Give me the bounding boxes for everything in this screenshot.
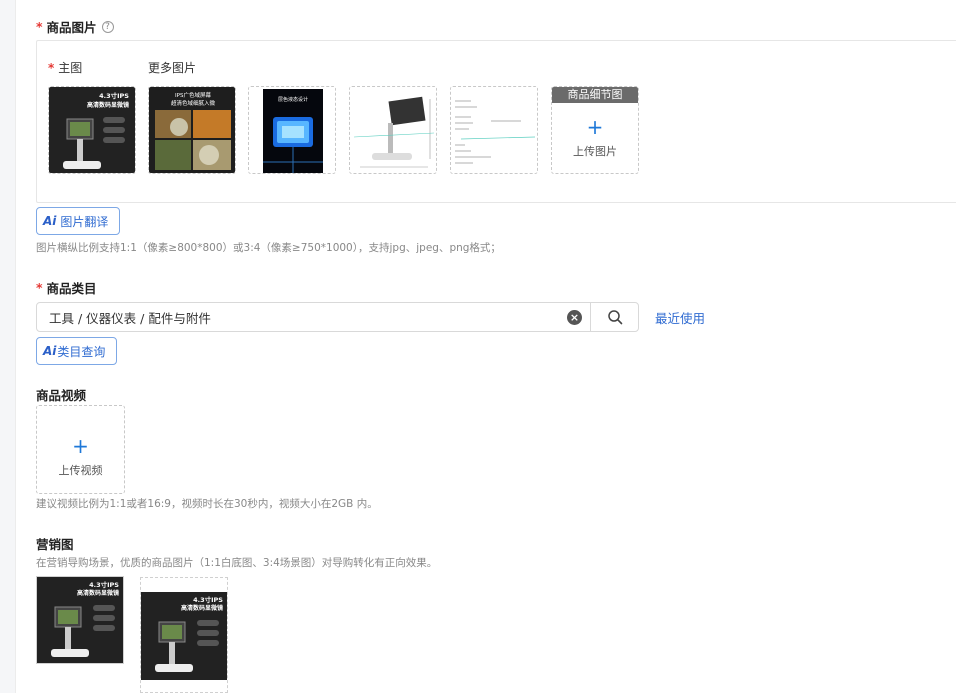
svg-text:IPS广色域屏幕: IPS广色域屏幕 (175, 91, 211, 99)
main-image-label: * 主图 (48, 61, 83, 75)
category-title: * 商品类目 (36, 280, 97, 296)
cooling-design-photo: 层色液态设计 (249, 87, 335, 173)
search-icon (607, 310, 622, 325)
left-sidebar-edge (0, 0, 16, 693)
video-title: 商品视频 (36, 388, 87, 403)
svg-text:层色液态设计: 层色液态设计 (278, 96, 308, 103)
upload-video-label: 上传视频 (58, 464, 103, 477)
more-images-label: 更多图片 (148, 61, 197, 75)
ai-category-query-button[interactable]: Ai 类目查询 (36, 337, 117, 365)
product-image-thumb[interactable]: IPS广色域屏幕 超清色域细腻入微 (148, 86, 236, 174)
marketing-image-portrait[interactable]: 4.3寸IPS 高清数码显微镜 (140, 577, 228, 693)
product-image-thumb[interactable] (450, 86, 538, 174)
category-search-button[interactable] (590, 302, 639, 332)
marketing-image-square[interactable]: 4.3寸IPS 高清数码显微镜 (36, 576, 124, 664)
plus-icon: + (72, 434, 89, 458)
upload-video-tile[interactable]: + 上传视频 (36, 405, 125, 494)
svg-text:4.3寸IPS: 4.3寸IPS (99, 91, 129, 100)
category-input[interactable]: 工具 / 仪器仪表 / 配件与附件 × (36, 302, 591, 332)
clear-icon[interactable]: × (567, 310, 582, 325)
ips-screen-photo: IPS广色域屏幕 超清色域细腻入微 (149, 87, 235, 173)
svg-text:高清数码显微镜: 高清数码显微镜 (77, 589, 119, 597)
product-image-thumb[interactable] (349, 86, 437, 174)
upload-image-label: 上传图片 (573, 145, 617, 158)
detail-image-header: 商品细节图 (552, 87, 638, 103)
product-image-thumb[interactable]: 层色液态设计 (248, 86, 336, 174)
plus-icon: + (586, 115, 604, 139)
category-value: 工具 / 仪器仪表 / 配件与附件 (49, 310, 211, 326)
spec-sheet-photo (451, 87, 537, 173)
svg-text:4.3寸IPS: 4.3寸IPS (89, 580, 119, 589)
marketing-hint: 在营销导购场景，优质的商品图片（1:1白底图、3:4场景图）对导购转化有正向效果… (36, 557, 438, 569)
svg-text:高清数码显微镜: 高清数码显微镜 (181, 604, 223, 612)
product-image-thumb[interactable]: 4.3寸IPS 高清数码显微镜 (48, 86, 136, 174)
product-images-panel: * 主图 更多图片 4.3寸IPS 高清数码显微镜 IPS广色域屏幕 超清色域细腻… (36, 40, 956, 203)
marketing-title: 营销图 (36, 537, 74, 552)
help-icon[interactable]: ? (101, 20, 114, 33)
product-images-title: * 商品图片 ? (36, 17, 114, 36)
ai-icon: Ai (43, 214, 57, 228)
upload-detail-image-tile[interactable]: 商品细节图 + 上传图片 (551, 86, 639, 174)
ai-icon: Ai (43, 344, 57, 358)
video-hint: 建议视频比例为1:1或者16:9，视频时长在30秒内，视频大小在2GB 内。 (36, 498, 378, 510)
microscope-photo: 4.3寸IPS 高清数码显微镜 (37, 577, 123, 663)
microscope-photo: 4.3寸IPS 高清数码显微镜 (141, 578, 227, 692)
image-format-hint: 图片横纵比例支持1:1（像素≥800*800）或3:4（像素≥750*1000）… (36, 242, 501, 254)
svg-text:4.3寸IPS: 4.3寸IPS (193, 595, 223, 604)
dimension-diagram-photo (350, 87, 436, 173)
svg-text:高清数码显微镜: 高清数码显微镜 (87, 101, 129, 109)
recent-use-link[interactable]: 最近使用 (655, 308, 705, 327)
ai-image-translate-button[interactable]: Ai 图片翻译 (36, 207, 120, 235)
svg-text:超清色域细腻入微: 超清色域细腻入微 (171, 99, 216, 107)
microscope-photo: 4.3寸IPS 高清数码显微镜 (49, 87, 135, 173)
